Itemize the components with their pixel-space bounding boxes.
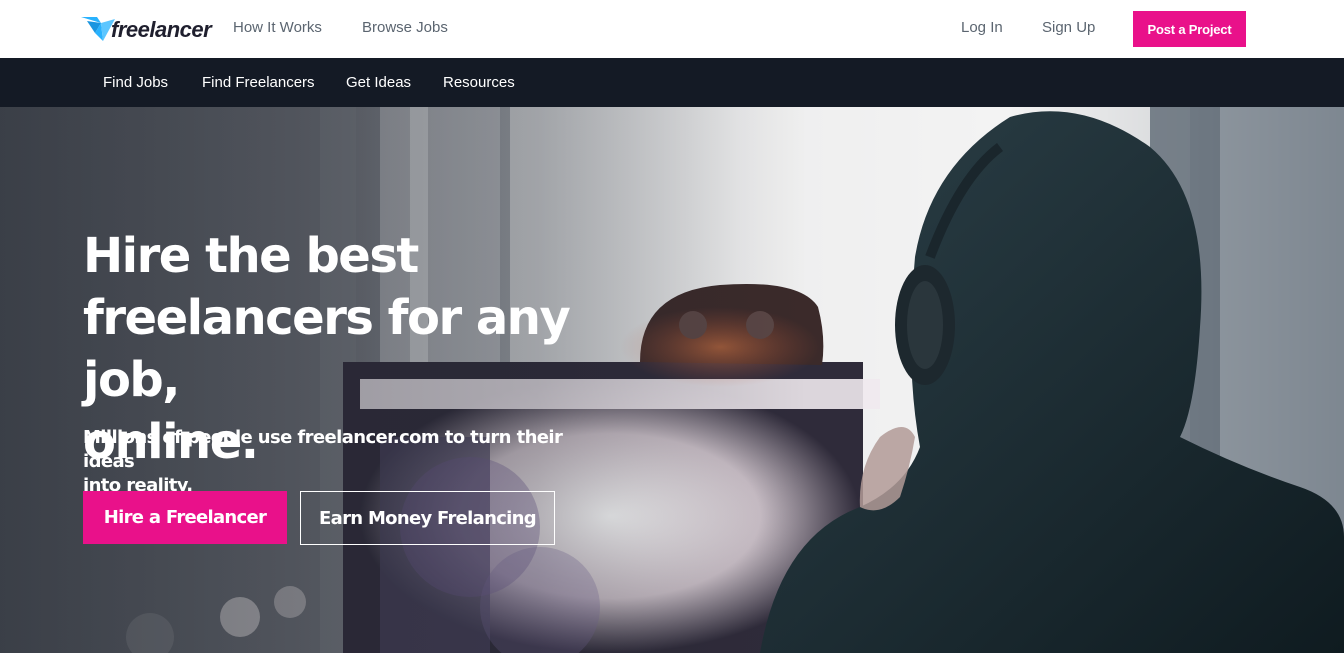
hero-subtitle-line-1: Millions of people use freelancer.com to… (83, 427, 563, 472)
top-header: freelancer How It Works Browse Jobs Log … (0, 0, 1344, 58)
secondary-nav: Find Jobs Find Freelancers Get Ideas Res… (0, 58, 1344, 107)
nav-how-it-works[interactable]: How It Works (233, 19, 322, 36)
bird-logo-icon (81, 17, 115, 41)
freelancer-logo[interactable]: freelancer (81, 13, 212, 45)
subnav-resources[interactable]: Resources (443, 74, 515, 91)
hero-title-line-1: Hire the best (83, 228, 419, 284)
earn-money-button[interactable]: Earn Money Frelancing (300, 491, 555, 545)
subnav-find-freelancers[interactable]: Find Freelancers (202, 74, 315, 91)
nav-browse-jobs[interactable]: Browse Jobs (362, 19, 448, 36)
hero-title-line-2: freelancers for any job, (83, 290, 571, 408)
hero-subtitle: Millions of people use freelancer.com to… (83, 426, 603, 498)
logo-wordmark: freelancer (111, 17, 212, 42)
login-link[interactable]: Log In (961, 19, 1003, 36)
hero-section: Hire the best freelancers for any job, o… (0, 107, 1344, 653)
subnav-get-ideas[interactable]: Get Ideas (346, 74, 411, 91)
post-project-button[interactable]: Post a Project (1133, 11, 1246, 47)
subnav-find-jobs[interactable]: Find Jobs (103, 74, 168, 91)
hire-freelancer-button[interactable]: Hire a Freelancer (83, 491, 287, 544)
signup-link[interactable]: Sign Up (1042, 19, 1095, 36)
